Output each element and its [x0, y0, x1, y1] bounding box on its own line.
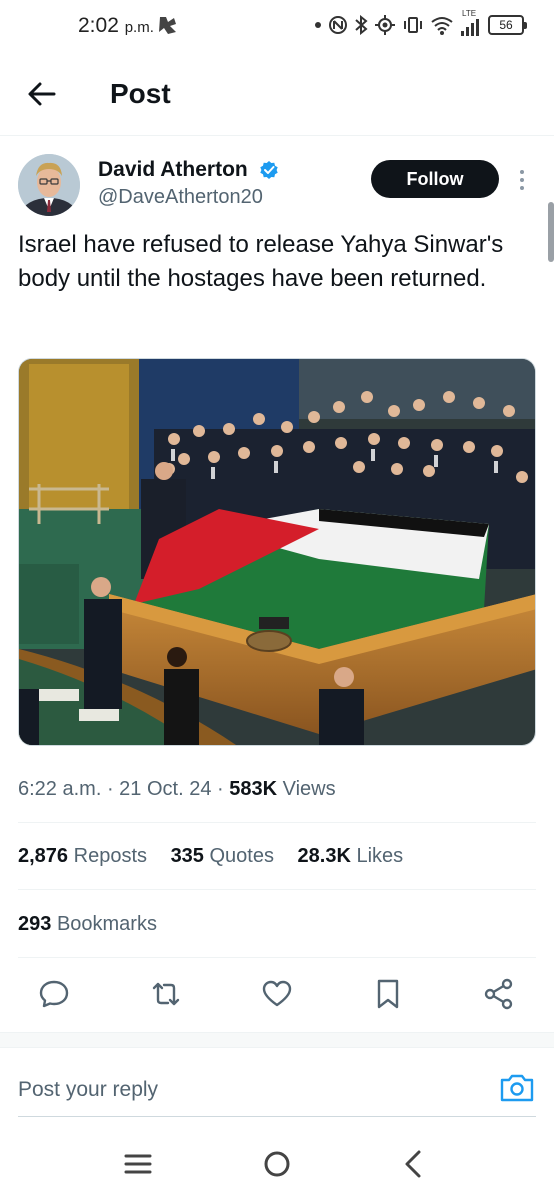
status-time: 2:02 p.m. [78, 14, 154, 37]
system-nav-bar [0, 1130, 554, 1200]
reply-icon[interactable] [36, 976, 72, 1012]
follow-button[interactable]: Follow [371, 160, 499, 198]
divider [18, 957, 536, 958]
author-name[interactable]: David Atherton [98, 158, 248, 182]
post-image[interactable] [18, 358, 536, 746]
post-text: Israel have refused to release Yahya Sin… [18, 231, 504, 292]
author-handle[interactable]: @DaveAtherton20 [98, 186, 263, 209]
section-divider [0, 1032, 554, 1048]
repost-icon[interactable] [148, 976, 184, 1012]
divider [18, 889, 536, 890]
nfc-icon [329, 16, 347, 34]
scrollbar[interactable] [548, 202, 554, 262]
assembly-hall-photo [19, 359, 535, 745]
back-arrow-icon[interactable] [22, 76, 62, 112]
battery-indicator: 56 [488, 15, 527, 35]
camera-icon[interactable] [498, 1070, 536, 1106]
status-bar: 2:02 p.m. LTE 56 [0, 0, 554, 52]
app-notification-icon [159, 17, 176, 34]
views-count: 583K [229, 778, 278, 800]
reply-input[interactable] [18, 1072, 478, 1108]
divider [18, 822, 536, 823]
verified-badge-icon [260, 161, 278, 179]
like-icon[interactable] [259, 976, 295, 1012]
page-title: Post [110, 78, 171, 109]
post-timestamp: 6:22 a.m. · 21 Oct. 24 · 583K Views [18, 778, 336, 800]
reposts-stat[interactable]: 2,876 Reposts [18, 845, 147, 867]
share-icon[interactable] [481, 976, 517, 1012]
signal-icon: LTE [460, 9, 482, 37]
status-icons: LTE 56 [314, 9, 527, 38]
recent-apps-icon[interactable] [116, 1144, 160, 1184]
bookmarks-stat[interactable]: 293 Bookmarks [18, 913, 157, 936]
top-bar: Post [0, 52, 554, 136]
more-options-icon[interactable] [514, 166, 530, 194]
bluetooth-icon [355, 15, 368, 35]
quotes-stat[interactable]: 335 Quotes [171, 845, 274, 867]
likes-stat[interactable]: 28.3K Likes [298, 845, 404, 867]
home-icon[interactable] [255, 1144, 299, 1184]
wifi-icon [431, 17, 453, 35]
avatar[interactable] [18, 154, 80, 216]
bookmark-icon[interactable] [370, 976, 406, 1012]
location-icon [375, 15, 395, 35]
vibrate-icon [404, 17, 422, 33]
dot-icon [315, 22, 321, 28]
engagement-stats: 2,876 Reposts 335 Quotes 28.3K Likes [18, 845, 421, 868]
back-nav-icon[interactable] [392, 1144, 436, 1184]
reply-underline [18, 1116, 536, 1117]
